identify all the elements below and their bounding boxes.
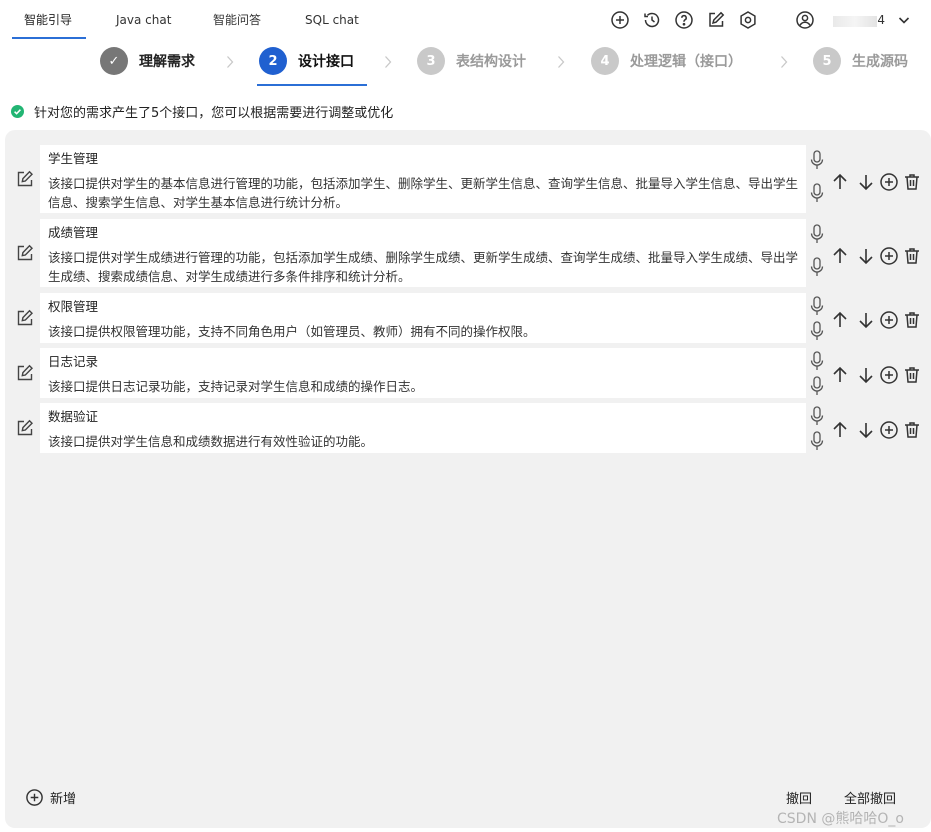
step-1-label: 理解需求	[139, 54, 195, 70]
step-3-label: 表结构设计	[456, 54, 526, 70]
chevron-right-icon	[779, 55, 789, 69]
chevron-down-icon[interactable]	[897, 13, 911, 27]
user-menu[interactable]: 4	[795, 9, 911, 31]
step-understand-requirements[interactable]: ✓ 理解需求	[100, 46, 195, 76]
step-processing-logic[interactable]: 4 处理逻辑（接口）	[591, 46, 742, 76]
edit-icon[interactable]	[16, 309, 34, 327]
step-design-interface[interactable]: 2 设计接口	[259, 46, 354, 76]
tab-java-chat[interactable]: Java chat	[116, 0, 171, 40]
microphone-icon[interactable]	[809, 321, 825, 341]
interface-title: 成绩管理	[48, 225, 99, 240]
microphone-icon[interactable]	[809, 224, 825, 244]
step-5-label: 生成源码	[852, 54, 908, 70]
edit-icon[interactable]	[16, 244, 34, 262]
notice-text: 针对您的需求产生了5个接口，您可以根据需要进行调整或优化	[34, 105, 394, 121]
step-generate-source[interactable]: 5 生成源码	[813, 46, 908, 76]
arrow-down-icon[interactable]	[856, 246, 876, 266]
undo-all-button[interactable]: 全部撤回	[844, 788, 896, 807]
interface-title: 数据验证	[48, 409, 99, 424]
user-icon	[795, 10, 815, 30]
tab-sql-chat[interactable]: SQL chat	[305, 0, 359, 40]
arrow-up-icon[interactable]	[830, 310, 850, 330]
interface-card[interactable]: 权限管理 该接口提供权限管理功能，支持不同角色用户（如管理员、教师）拥有不同的操…	[40, 293, 806, 343]
help-icon[interactable]	[674, 10, 694, 30]
microphone-icon[interactable]	[809, 257, 825, 277]
trash-icon[interactable]	[902, 246, 922, 266]
add-circle-icon[interactable]	[610, 10, 630, 30]
arrow-up-icon[interactable]	[830, 420, 850, 440]
history-icon[interactable]	[642, 10, 662, 30]
microphone-icon[interactable]	[809, 150, 825, 170]
add-circle-icon[interactable]	[879, 172, 899, 192]
interface-card[interactable]: 学生管理 该接口提供对学生的基本信息进行管理的功能，包括添加学生、删除学生、更新…	[40, 145, 806, 213]
interface-description: 该接口提供日志记录功能，支持记录对学生信息和成绩的操作日志。	[48, 379, 424, 394]
step-4-circle: 4	[591, 47, 619, 75]
interface-card[interactable]: 成绩管理 该接口提供对学生成绩进行管理的功能，包括添加学生成绩、删除学生成绩、更…	[40, 219, 806, 287]
interface-title: 学生管理	[48, 151, 99, 166]
chevron-right-icon	[225, 55, 235, 69]
step-1-circle: ✓	[100, 47, 128, 75]
interface-description: 该接口提供对学生信息和成绩数据进行有效性验证的功能。	[48, 434, 374, 449]
step-table-design[interactable]: 3 表结构设计	[417, 46, 526, 76]
microphone-icon[interactable]	[809, 351, 825, 371]
trash-icon[interactable]	[902, 365, 922, 385]
interface-panel: 学生管理 该接口提供对学生的基本信息进行管理的功能，包括添加学生、删除学生、更新…	[5, 130, 931, 828]
edit-icon[interactable]	[706, 10, 726, 30]
microphone-icon[interactable]	[809, 183, 825, 203]
microphone-icon[interactable]	[809, 406, 825, 426]
interface-title: 日志记录	[48, 354, 99, 369]
undo-button[interactable]: 撤回	[786, 788, 812, 807]
trash-icon[interactable]	[902, 420, 922, 440]
trash-icon[interactable]	[902, 172, 922, 192]
add-circle-icon[interactable]	[879, 246, 899, 266]
interface-title: 权限管理	[48, 299, 99, 314]
add-circle-icon[interactable]	[879, 365, 899, 385]
edit-icon[interactable]	[16, 419, 34, 437]
arrow-down-icon[interactable]	[856, 310, 876, 330]
arrow-up-icon[interactable]	[830, 172, 850, 192]
add-circle-icon[interactable]	[879, 310, 899, 330]
microphone-icon[interactable]	[809, 431, 825, 451]
interface-description: 该接口提供对学生的基本信息进行管理的功能，包括添加学生、删除学生、更新学生信息、…	[48, 176, 799, 210]
top-nav: 智能引导 Java chat 智能问答 SQL chat 4	[0, 0, 931, 40]
check-circle-icon	[11, 104, 24, 118]
interface-card[interactable]: 日志记录 该接口提供日志记录功能，支持记录对学生信息和成绩的操作日志。	[40, 348, 806, 398]
arrow-down-icon[interactable]	[856, 172, 876, 192]
step-2-circle: 2	[259, 47, 287, 75]
step-5-circle: 5	[813, 47, 841, 75]
trash-icon[interactable]	[902, 310, 922, 330]
arrow-down-icon[interactable]	[856, 420, 876, 440]
chevron-right-icon	[556, 55, 566, 69]
arrow-up-icon[interactable]	[830, 365, 850, 385]
user-name: 4	[823, 13, 885, 27]
tab-smart-qa[interactable]: 智能问答	[213, 0, 261, 40]
step-2-label: 设计接口	[298, 54, 354, 70]
tab-smart-guide[interactable]: 智能引导	[11, 0, 87, 40]
microphone-icon[interactable]	[809, 296, 825, 316]
interface-description: 该接口提供对学生成绩进行管理的功能，包括添加学生成绩、删除学生成绩、更新学生成绩…	[48, 250, 799, 284]
step-3-circle: 3	[417, 47, 445, 75]
add-interface-button[interactable]: 新增	[25, 786, 76, 808]
chevron-right-icon	[383, 55, 393, 69]
arrow-down-icon[interactable]	[856, 365, 876, 385]
result-notice: 针对您的需求产生了5个接口，您可以根据需要进行调整或优化	[11, 102, 394, 121]
step-4-label: 处理逻辑（接口）	[630, 54, 742, 70]
edit-icon[interactable]	[16, 364, 34, 382]
current-step-underline	[257, 84, 367, 86]
microphone-icon[interactable]	[809, 376, 825, 396]
add-circle-icon[interactable]	[879, 420, 899, 440]
interface-card[interactable]: 数据验证 该接口提供对学生信息和成绩数据进行有效性验证的功能。	[40, 403, 806, 453]
edit-icon[interactable]	[16, 170, 34, 188]
interface-description: 该接口提供权限管理功能，支持不同角色用户（如管理员、教师）拥有不同的操作权限。	[48, 324, 536, 339]
arrow-up-icon[interactable]	[830, 246, 850, 266]
app-root: 智能引导 Java chat 智能问答 SQL chat 4 ✓ 理解需求 2 …	[0, 0, 931, 832]
add-label: 新增	[50, 791, 77, 807]
settings-icon[interactable]	[738, 10, 758, 30]
add-circle-icon	[25, 788, 44, 807]
watermark: CSDN @熊哈哈O_o	[777, 811, 904, 827]
